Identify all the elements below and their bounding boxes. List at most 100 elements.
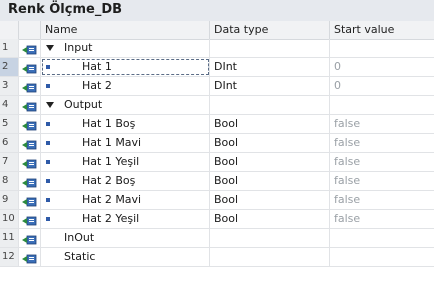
db-title: Renk Ölçme_DB <box>8 2 123 17</box>
table-row[interactable]: 12 Static <box>0 248 434 267</box>
data-type-cell[interactable]: Bool <box>210 134 330 152</box>
start-value-cell[interactable]: false <box>330 172 434 190</box>
member-bullet-icon <box>46 65 50 69</box>
table-row[interactable]: 7 Hat 1 Yeşil Bool false <box>0 153 434 172</box>
data-type-cell[interactable] <box>210 248 330 266</box>
data-type-cell[interactable]: DInt <box>210 58 330 76</box>
start-value-cell[interactable] <box>330 248 434 266</box>
member-bullet-icon <box>46 122 50 126</box>
data-type-cell[interactable] <box>210 229 330 247</box>
name-cell[interactable]: InOut <box>41 229 210 247</box>
header-index <box>0 21 19 39</box>
member-bullet-icon <box>46 217 50 221</box>
name-cell[interactable]: Hat 1 Yeşil <box>41 153 210 171</box>
row-index[interactable]: 2 <box>0 58 19 76</box>
data-type-cell[interactable]: Bool <box>210 153 330 171</box>
row-index[interactable]: 5 <box>0 115 19 133</box>
header-icon <box>19 21 41 39</box>
row-icon-cell <box>19 210 41 228</box>
db-interface-icon <box>22 195 37 207</box>
member-bullet-icon <box>46 141 50 145</box>
data-type-cell[interactable] <box>210 96 330 114</box>
variable-name: Static <box>64 250 96 263</box>
name-cell[interactable]: Hat 2 <box>41 77 210 95</box>
row-index[interactable]: 10 <box>0 210 19 228</box>
variable-name: Hat 1 Mavi <box>82 136 142 149</box>
db-interface-icon <box>22 233 37 245</box>
start-value-cell[interactable]: false <box>330 115 434 133</box>
start-value-cell[interactable]: 0 <box>330 77 434 95</box>
db-interface-icon <box>22 81 37 93</box>
db-interface-icon <box>22 100 37 112</box>
member-bullet-icon <box>46 84 50 88</box>
row-index[interactable]: 11 <box>0 229 19 247</box>
start-value-cell[interactable]: false <box>330 191 434 209</box>
row-icon-cell <box>19 191 41 209</box>
row-index[interactable]: 3 <box>0 77 19 95</box>
variable-name: Hat 2 Boş <box>82 174 136 187</box>
table-row[interactable]: 11 InOut <box>0 229 434 248</box>
row-icon-cell <box>19 229 41 247</box>
header-start-value[interactable]: Start value <box>330 21 434 39</box>
table-row[interactable]: 8 Hat 2 Boş Bool false <box>0 172 434 191</box>
header-data-type[interactable]: Data type <box>210 21 330 39</box>
name-cell[interactable]: Hat 2 Boş <box>41 172 210 190</box>
name-cell[interactable]: Hat 2 Yeşil <box>41 210 210 228</box>
member-bullet-icon <box>46 179 50 183</box>
table-row[interactable]: 6 Hat 1 Mavi Bool false <box>0 134 434 153</box>
variable-name: Input <box>64 41 93 54</box>
data-type-cell[interactable]: Bool <box>210 172 330 190</box>
name-cell[interactable]: Input <box>41 39 210 57</box>
row-index[interactable]: 9 <box>0 191 19 209</box>
db-interface-icon <box>22 157 37 169</box>
start-value-cell[interactable]: false <box>330 134 434 152</box>
start-value-cell[interactable] <box>330 39 434 57</box>
header-name[interactable]: Name <box>41 21 210 39</box>
row-index[interactable]: 7 <box>0 153 19 171</box>
table-row[interactable]: 1 Input <box>0 39 434 58</box>
variable-name: Hat 2 Mavi <box>82 193 142 206</box>
name-cell[interactable]: Output <box>41 96 210 114</box>
start-value-cell[interactable]: false <box>330 153 434 171</box>
variable-name: Hat 2 <box>82 79 112 92</box>
table-row[interactable]: 5 Hat 1 Boş Bool false <box>0 115 434 134</box>
row-index[interactable]: 8 <box>0 172 19 190</box>
name-cell[interactable]: Static <box>41 248 210 266</box>
variable-table: 1 Input 2 Hat 1 DInt 0 3 Hat 2 DInt 0 4 Output 5 Hat … <box>0 39 434 267</box>
name-cell[interactable]: Hat 1 Mavi <box>41 134 210 152</box>
expand-triangle-icon[interactable] <box>46 102 54 108</box>
name-cell[interactable]: Hat 1 Boş <box>41 115 210 133</box>
data-type-cell[interactable]: DInt <box>210 77 330 95</box>
row-icon-cell <box>19 172 41 190</box>
data-type-cell[interactable]: Bool <box>210 210 330 228</box>
member-bullet-icon <box>46 198 50 202</box>
row-icon-cell <box>19 134 41 152</box>
row-icon-cell <box>19 58 41 76</box>
data-type-cell[interactable] <box>210 39 330 57</box>
row-index[interactable]: 1 <box>0 39 19 57</box>
table-row[interactable]: 10 Hat 2 Yeşil Bool false <box>0 210 434 229</box>
table-header: Name Data type Start value <box>0 21 434 40</box>
title-bar: Renk Ölçme_DB <box>0 0 434 22</box>
row-index[interactable]: 4 <box>0 96 19 114</box>
db-interface-icon <box>22 252 37 264</box>
variable-name: Hat 1 <box>82 60 112 73</box>
name-cell[interactable]: Hat 1 <box>41 58 210 76</box>
db-interface-icon <box>22 119 37 131</box>
table-row[interactable]: 9 Hat 2 Mavi Bool false <box>0 191 434 210</box>
name-cell[interactable]: Hat 2 Mavi <box>41 191 210 209</box>
table-row[interactable]: 4 Output <box>0 96 434 115</box>
data-type-cell[interactable]: Bool <box>210 115 330 133</box>
row-icon-cell <box>19 153 41 171</box>
row-index[interactable]: 12 <box>0 248 19 266</box>
start-value-cell[interactable]: 0 <box>330 58 434 76</box>
row-index[interactable]: 6 <box>0 134 19 152</box>
table-row[interactable]: 3 Hat 2 DInt 0 <box>0 77 434 96</box>
data-type-cell[interactable]: Bool <box>210 191 330 209</box>
table-row[interactable]: 2 Hat 1 DInt 0 <box>0 58 434 77</box>
expand-triangle-icon[interactable] <box>46 45 54 51</box>
start-value-cell[interactable] <box>330 96 434 114</box>
db-interface-icon <box>22 62 37 74</box>
start-value-cell[interactable]: false <box>330 210 434 228</box>
start-value-cell[interactable] <box>330 229 434 247</box>
